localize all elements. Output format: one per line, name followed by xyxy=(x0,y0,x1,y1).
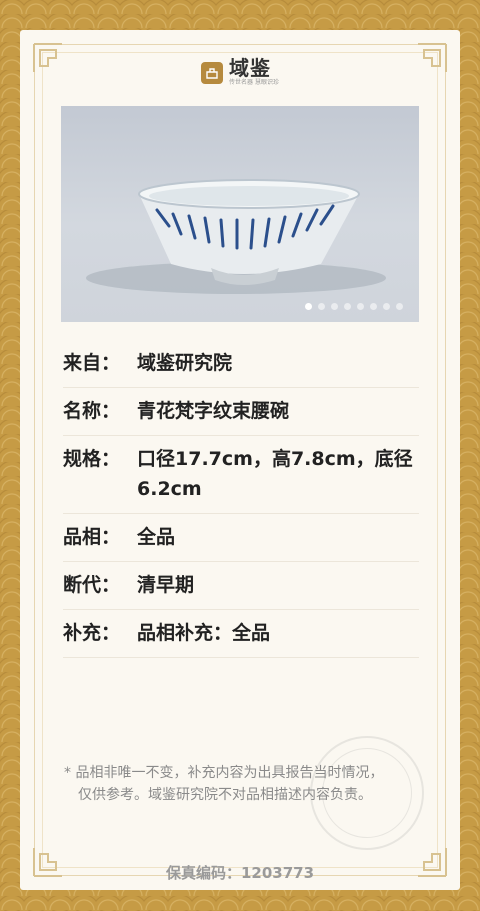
logo-name: 域鉴 xyxy=(229,56,272,80)
carousel-dot-active[interactable] xyxy=(305,303,312,310)
carousel-dot[interactable] xyxy=(383,303,390,310)
detail-list: 来自： 域鉴研究院 名称： 青花梵字纹束腰碗 规格： 口径17.7cm，高7.8… xyxy=(63,340,419,658)
brand-logo: 域鉴 传世名器 慧眼识珍 xyxy=(20,58,460,87)
detail-value: 全品 xyxy=(137,526,176,548)
detail-value: 青花梵字纹束腰碗 xyxy=(137,400,290,422)
logo-subtitle: 传世名器 慧眼识珍 xyxy=(229,79,279,86)
carousel-dot[interactable] xyxy=(331,303,338,310)
detail-value: 口径17.7cm，高7.8cm，底径6.2cm xyxy=(137,448,413,500)
detail-row-dating: 断代： 清早期 xyxy=(63,562,419,610)
detail-label: 名称： xyxy=(63,400,121,422)
bowl-photo xyxy=(86,179,386,294)
carousel-dots xyxy=(61,303,419,310)
disclaimer-line-2: 仅供参考。域鉴研究院不对品相描述内容负责。 xyxy=(78,787,372,803)
detail-label: 补充： xyxy=(63,622,121,644)
carousel-dot[interactable] xyxy=(357,303,364,310)
item-photo-carousel[interactable] xyxy=(61,106,419,322)
detail-value: 清早期 xyxy=(137,574,195,596)
disclaimer-note: * 品相非唯一不变，补充内容为出具报告当时情况， 仅供参考。域鉴研究院不对品相描… xyxy=(64,762,410,806)
detail-row-supplement: 补充： 品相补充：全品 xyxy=(63,610,419,658)
detail-label: 来自： xyxy=(63,352,121,374)
disclaimer-line-1: * 品相非唯一不变，补充内容为出具报告当时情况， xyxy=(64,765,384,781)
carousel-dot[interactable] xyxy=(344,303,351,310)
detail-row-name: 名称： 青花梵字纹束腰碗 xyxy=(63,388,419,436)
detail-label: 品相： xyxy=(63,526,121,548)
carousel-dot[interactable] xyxy=(370,303,377,310)
logo-mark-icon xyxy=(201,61,224,84)
detail-label: 断代： xyxy=(63,574,121,596)
authenticity-code: 保真编码：1203773 xyxy=(165,864,315,882)
detail-value: 品相补充：全品 xyxy=(137,622,271,644)
certificate-card: 域鉴 传世名器 慧眼识珍 来自： 域鉴研究院 名称： 青花梵字纹束腰碗 规格： … xyxy=(20,30,460,890)
detail-value: 域鉴研究院 xyxy=(137,352,233,374)
detail-row-spec: 规格： 口径17.7cm，高7.8cm，底径6.2cm xyxy=(63,436,419,514)
detail-row-condition: 品相： 全品 xyxy=(63,514,419,562)
detail-label: 规格： xyxy=(63,448,121,470)
detail-row-source: 来自： 域鉴研究院 xyxy=(63,340,419,388)
carousel-dot[interactable] xyxy=(396,303,403,310)
carousel-dot[interactable] xyxy=(318,303,325,310)
